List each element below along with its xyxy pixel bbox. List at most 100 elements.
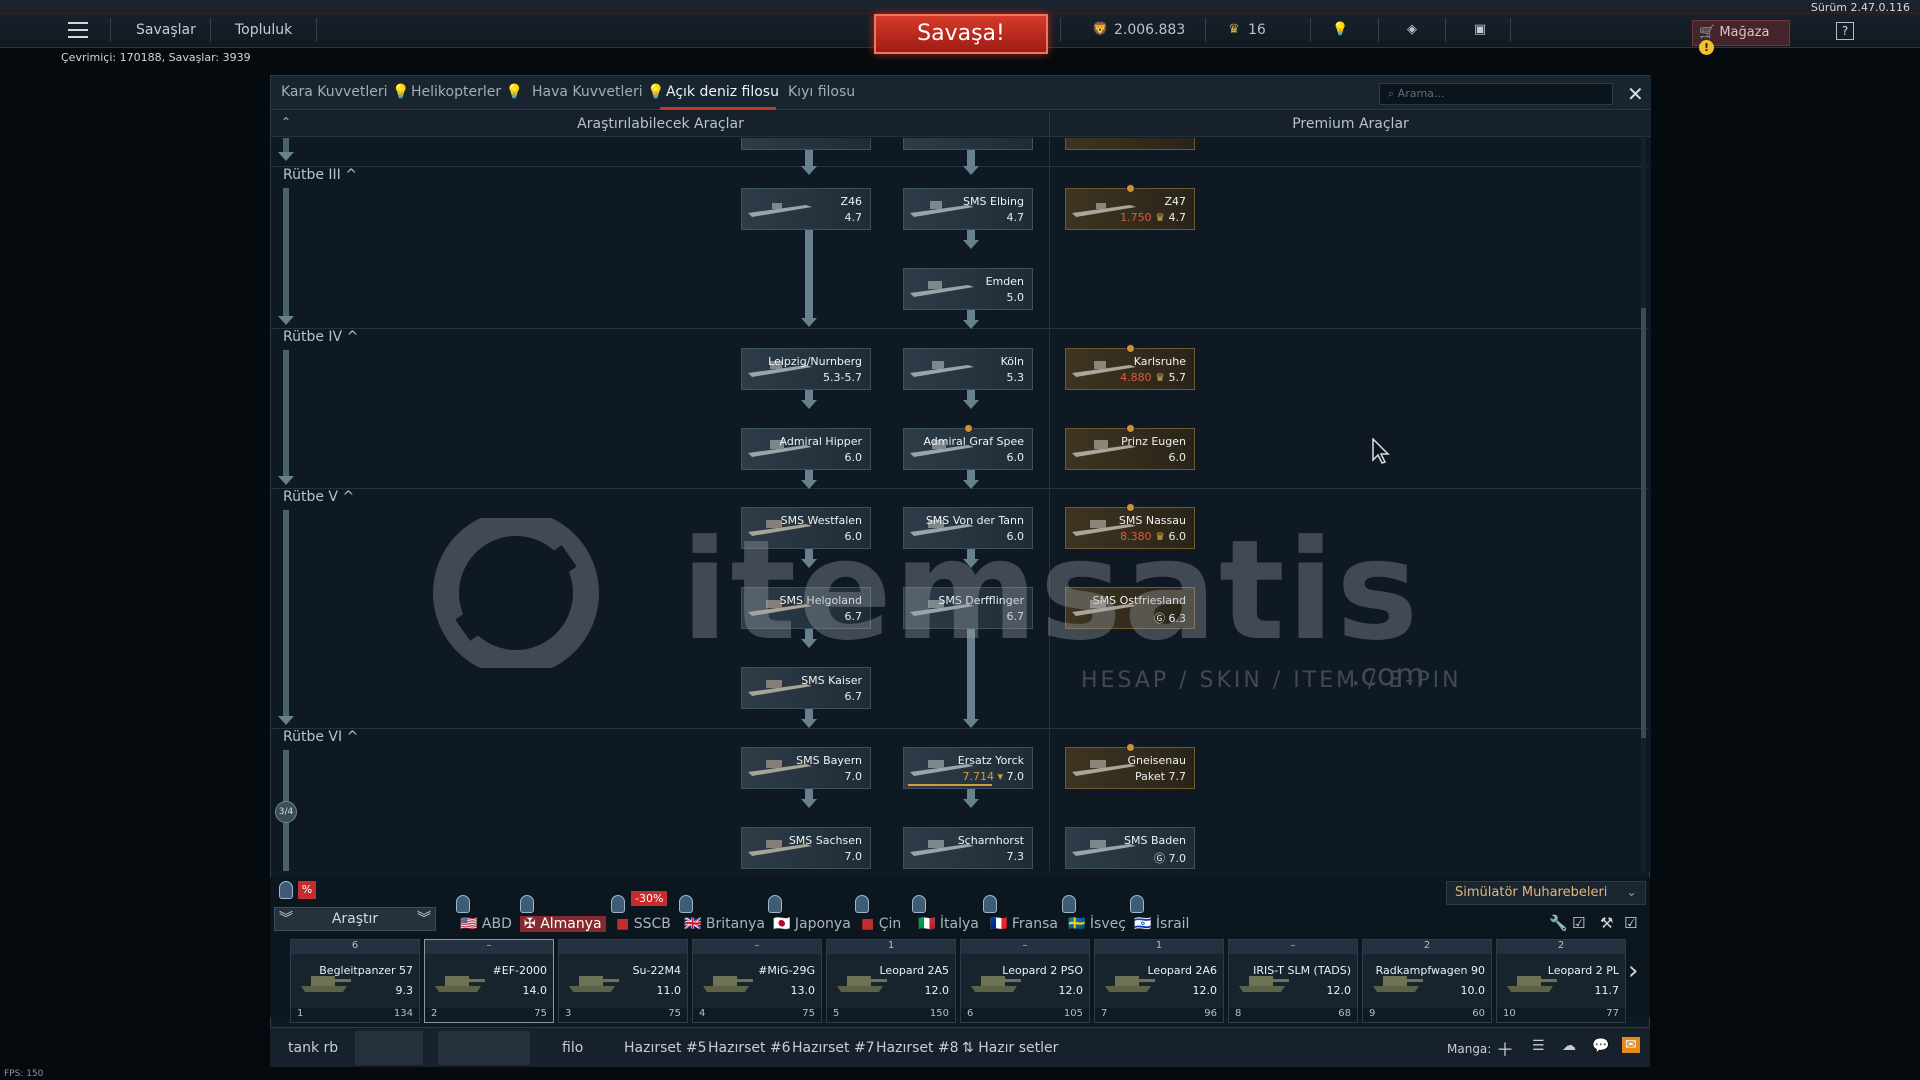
preset-5[interactable]: Hazırset #5	[624, 1040, 707, 1056]
mail-icon[interactable]: ✉	[1622, 1037, 1640, 1053]
nation-china[interactable]: ■ Çin	[861, 916, 901, 932]
coupon-icon[interactable]: ▣	[1472, 22, 1488, 38]
ship-card-sms-sachsen[interactable]: SMS Sachsen 7.0	[741, 827, 871, 869]
crew-slot[interactable]: 1 Leopard 2A5 12.0 5 150	[826, 939, 956, 1023]
tab-coastal-fleet[interactable]: Kıyı filosu	[788, 84, 855, 100]
ship-card-sms-elbing[interactable]: SMS Elbing 4.7	[903, 188, 1033, 230]
crew-slot[interactable]: – #EF-2000 14.0 2 75	[424, 939, 554, 1023]
preset-tank-rb[interactable]: tank rb	[288, 1040, 338, 1056]
rank-iv-label[interactable]: Rütbe IV ^	[283, 329, 358, 345]
chevron-right-icon[interactable]: ›	[1628, 956, 1638, 986]
store-button[interactable]: 🛒 Mağaza !	[1692, 20, 1790, 55]
gold-amount: 16	[1248, 22, 1266, 38]
ship-card-scharnhorst[interactable]: Scharnhorst 7.3	[903, 827, 1033, 869]
ship-card-karlsruhe[interactable]: Karlsruhe 4.880 ♛ 5.7	[1065, 344, 1195, 390]
nation-usa[interactable]: 🇺🇸 ABD	[460, 916, 512, 932]
repair-all-icon[interactable]: ⚒	[1600, 914, 1613, 932]
rank-vi-label[interactable]: Rütbe VI ^	[283, 729, 358, 745]
crew-slot-footer: 6 105	[961, 1008, 1089, 1022]
silver-lions[interactable]: 🦁 2.006.883	[1092, 22, 1185, 38]
crew-cost: 75	[802, 1008, 815, 1019]
crew-number: 2	[431, 1008, 438, 1019]
nation-sweden[interactable]: 🇸🇪 İsveç	[1068, 916, 1126, 932]
ship-card-leipzig-nurnberg[interactable]: Leipzig/Nurnberg 5.3-5.7	[741, 348, 871, 390]
rank-v-label[interactable]: Rütbe V ^	[283, 489, 354, 505]
nation-italy[interactable]: 🇮🇹 İtalya	[918, 916, 979, 932]
ship-card-admiral-hipper[interactable]: Admiral Hipper 6.0	[741, 428, 871, 470]
nav-community[interactable]: Topluluk	[235, 22, 292, 38]
discount-badge: -30%	[631, 891, 668, 906]
preset-6[interactable]: Hazırset #6	[708, 1040, 791, 1056]
preset-filo[interactable]: filo	[562, 1040, 583, 1056]
crew-slot[interactable]: 1 Leopard 2A6 12.0 7 96	[1094, 939, 1224, 1023]
watermark-logo-icon	[433, 518, 599, 668]
crew-slot-footer: 7 96	[1095, 1008, 1223, 1022]
search-input[interactable]: ⌕ Arama...	[1379, 83, 1613, 105]
golden-eagles[interactable]: ♛ 16	[1226, 22, 1266, 38]
ship-card-sms-baden[interactable]: SMS Baden Ⓖ 7.0	[1065, 827, 1195, 869]
vehicle-br: 10.0	[1460, 984, 1486, 997]
lightbulb-icon[interactable]: 💡	[1332, 22, 1348, 38]
ship-card-koln[interactable]: Köln 5.3	[903, 348, 1033, 390]
crew-slot[interactable]: 2 Radkampfwagen 90 10.0 9 60	[1362, 939, 1492, 1023]
nation-france[interactable]: 🇫🇷 Fransa	[990, 916, 1058, 932]
preset-8[interactable]: Hazırset #8	[876, 1040, 959, 1056]
hamburger-menu-icon[interactable]	[68, 22, 88, 38]
preset-slot[interactable]	[355, 1031, 423, 1065]
checkbox-icon[interactable]: ☑	[1624, 914, 1637, 932]
list-icon[interactable]: ☰	[1532, 1038, 1545, 1054]
crew-slot[interactable]: – IRIS-T SLM (TADS) 12.0 8 68	[1228, 939, 1358, 1023]
crew-cost: 134	[393, 1008, 413, 1019]
ship-card-z46[interactable]: Z46 4.7	[741, 188, 871, 230]
preset-slot[interactable]	[438, 1031, 530, 1065]
ship-card-admiral-graf-spee[interactable]: Admiral Graf Spee 6.0	[903, 424, 1033, 470]
ship-card-partial[interactable]	[1065, 138, 1195, 150]
preset-7[interactable]: Hazırset #7	[792, 1040, 875, 1056]
tab-ground-forces[interactable]: Kara Kuvvetleri 💡	[281, 84, 409, 100]
crew-slot[interactable]: Su-22M4 11.0 3 75	[558, 939, 688, 1023]
friends-icon[interactable]: ☁	[1562, 1038, 1576, 1054]
battle-button[interactable]: Savaşa!	[874, 14, 1048, 54]
checkbox-icon[interactable]: ☑	[1572, 914, 1585, 932]
chevron-down-icon: ︾	[417, 911, 431, 927]
search-icon: ⌕	[1388, 87, 1395, 100]
ship-card-partial[interactable]	[741, 138, 871, 150]
tree-header: ⌃ Araştırılabilecek Araçlar Premium Araç…	[271, 111, 1651, 137]
crew-slot[interactable]: – #MiG-29G 13.0 4 75	[692, 939, 822, 1023]
vehicle-name: Su-22M4	[632, 964, 681, 977]
tab-bluewater-fleet[interactable]: Açık deniz filosu	[666, 84, 779, 100]
rank-iii-label[interactable]: Rütbe III ^	[283, 167, 357, 183]
ship-card-ersatz-yorck[interactable]: Ersatz Yorck 7.714 ▾ 7.0	[903, 747, 1033, 789]
nation-ussr[interactable]: ■ SSCB	[616, 916, 671, 932]
close-icon[interactable]: ✕	[1627, 82, 1644, 106]
nation-israel[interactable]: 🇮🇱 İsrail	[1134, 916, 1189, 932]
chat-icon[interactable]: 💬	[1592, 1038, 1609, 1054]
wrench-icon[interactable]: 🔧	[1549, 914, 1568, 932]
ship-card-sms-bayern[interactable]: SMS Bayern 7.0	[741, 747, 871, 789]
ship-card-sms-kaiser[interactable]: SMS Kaiser 6.7	[741, 667, 871, 709]
active-tab-indicator	[660, 107, 776, 110]
ship-card-emden[interactable]: Emden 5.0	[903, 268, 1033, 310]
tree-scrollbar[interactable]	[1641, 138, 1646, 871]
help-icon[interactable]: ?	[1836, 22, 1854, 40]
crew-slot[interactable]: 2 Leopard 2 PL 11.7 10 77	[1496, 939, 1626, 1023]
nation-britain[interactable]: 🇬🇧 Britanya	[684, 916, 765, 932]
ship-card-z47[interactable]: Z47 1.750 ♛ 4.7	[1065, 184, 1195, 230]
nation-japan[interactable]: 🇯🇵 Japonya	[773, 916, 851, 932]
crew-slot[interactable]: 6 Begleitpanzer 57 9.3 1 134	[290, 939, 420, 1023]
tab-aviation[interactable]: Hava Kuvvetleri 💡	[532, 84, 665, 100]
warbond-icon[interactable]: ◈	[1404, 22, 1420, 38]
vehicle-thumbnail	[435, 976, 485, 992]
crew-slot[interactable]: – Leopard 2 PSO 12.0 6 105	[960, 939, 1090, 1023]
game-mode-select[interactable]: Simülatör Muharebeleri ⌄	[1446, 881, 1646, 905]
research-button[interactable]: ︾ Araştır ︾	[274, 907, 436, 931]
crew-number: 3	[565, 1008, 572, 1019]
nav-battles[interactable]: Savaşlar	[136, 22, 196, 38]
ship-card-prinz-eugen[interactable]: Prinz Eugen 6.0	[1065, 424, 1195, 470]
ship-card-gneisenau[interactable]: Gneisenau Paket 7.7	[1065, 743, 1195, 789]
ship-card-partial[interactable]	[903, 138, 1033, 150]
plus-icon[interactable]: ＋	[1496, 1036, 1514, 1062]
nation-germany[interactable]: ✠ Almanya	[520, 916, 606, 932]
preset-list[interactable]: ⇅ Hazır setler	[962, 1040, 1058, 1056]
tab-helicopters[interactable]: Helikopterler 💡	[411, 84, 523, 100]
